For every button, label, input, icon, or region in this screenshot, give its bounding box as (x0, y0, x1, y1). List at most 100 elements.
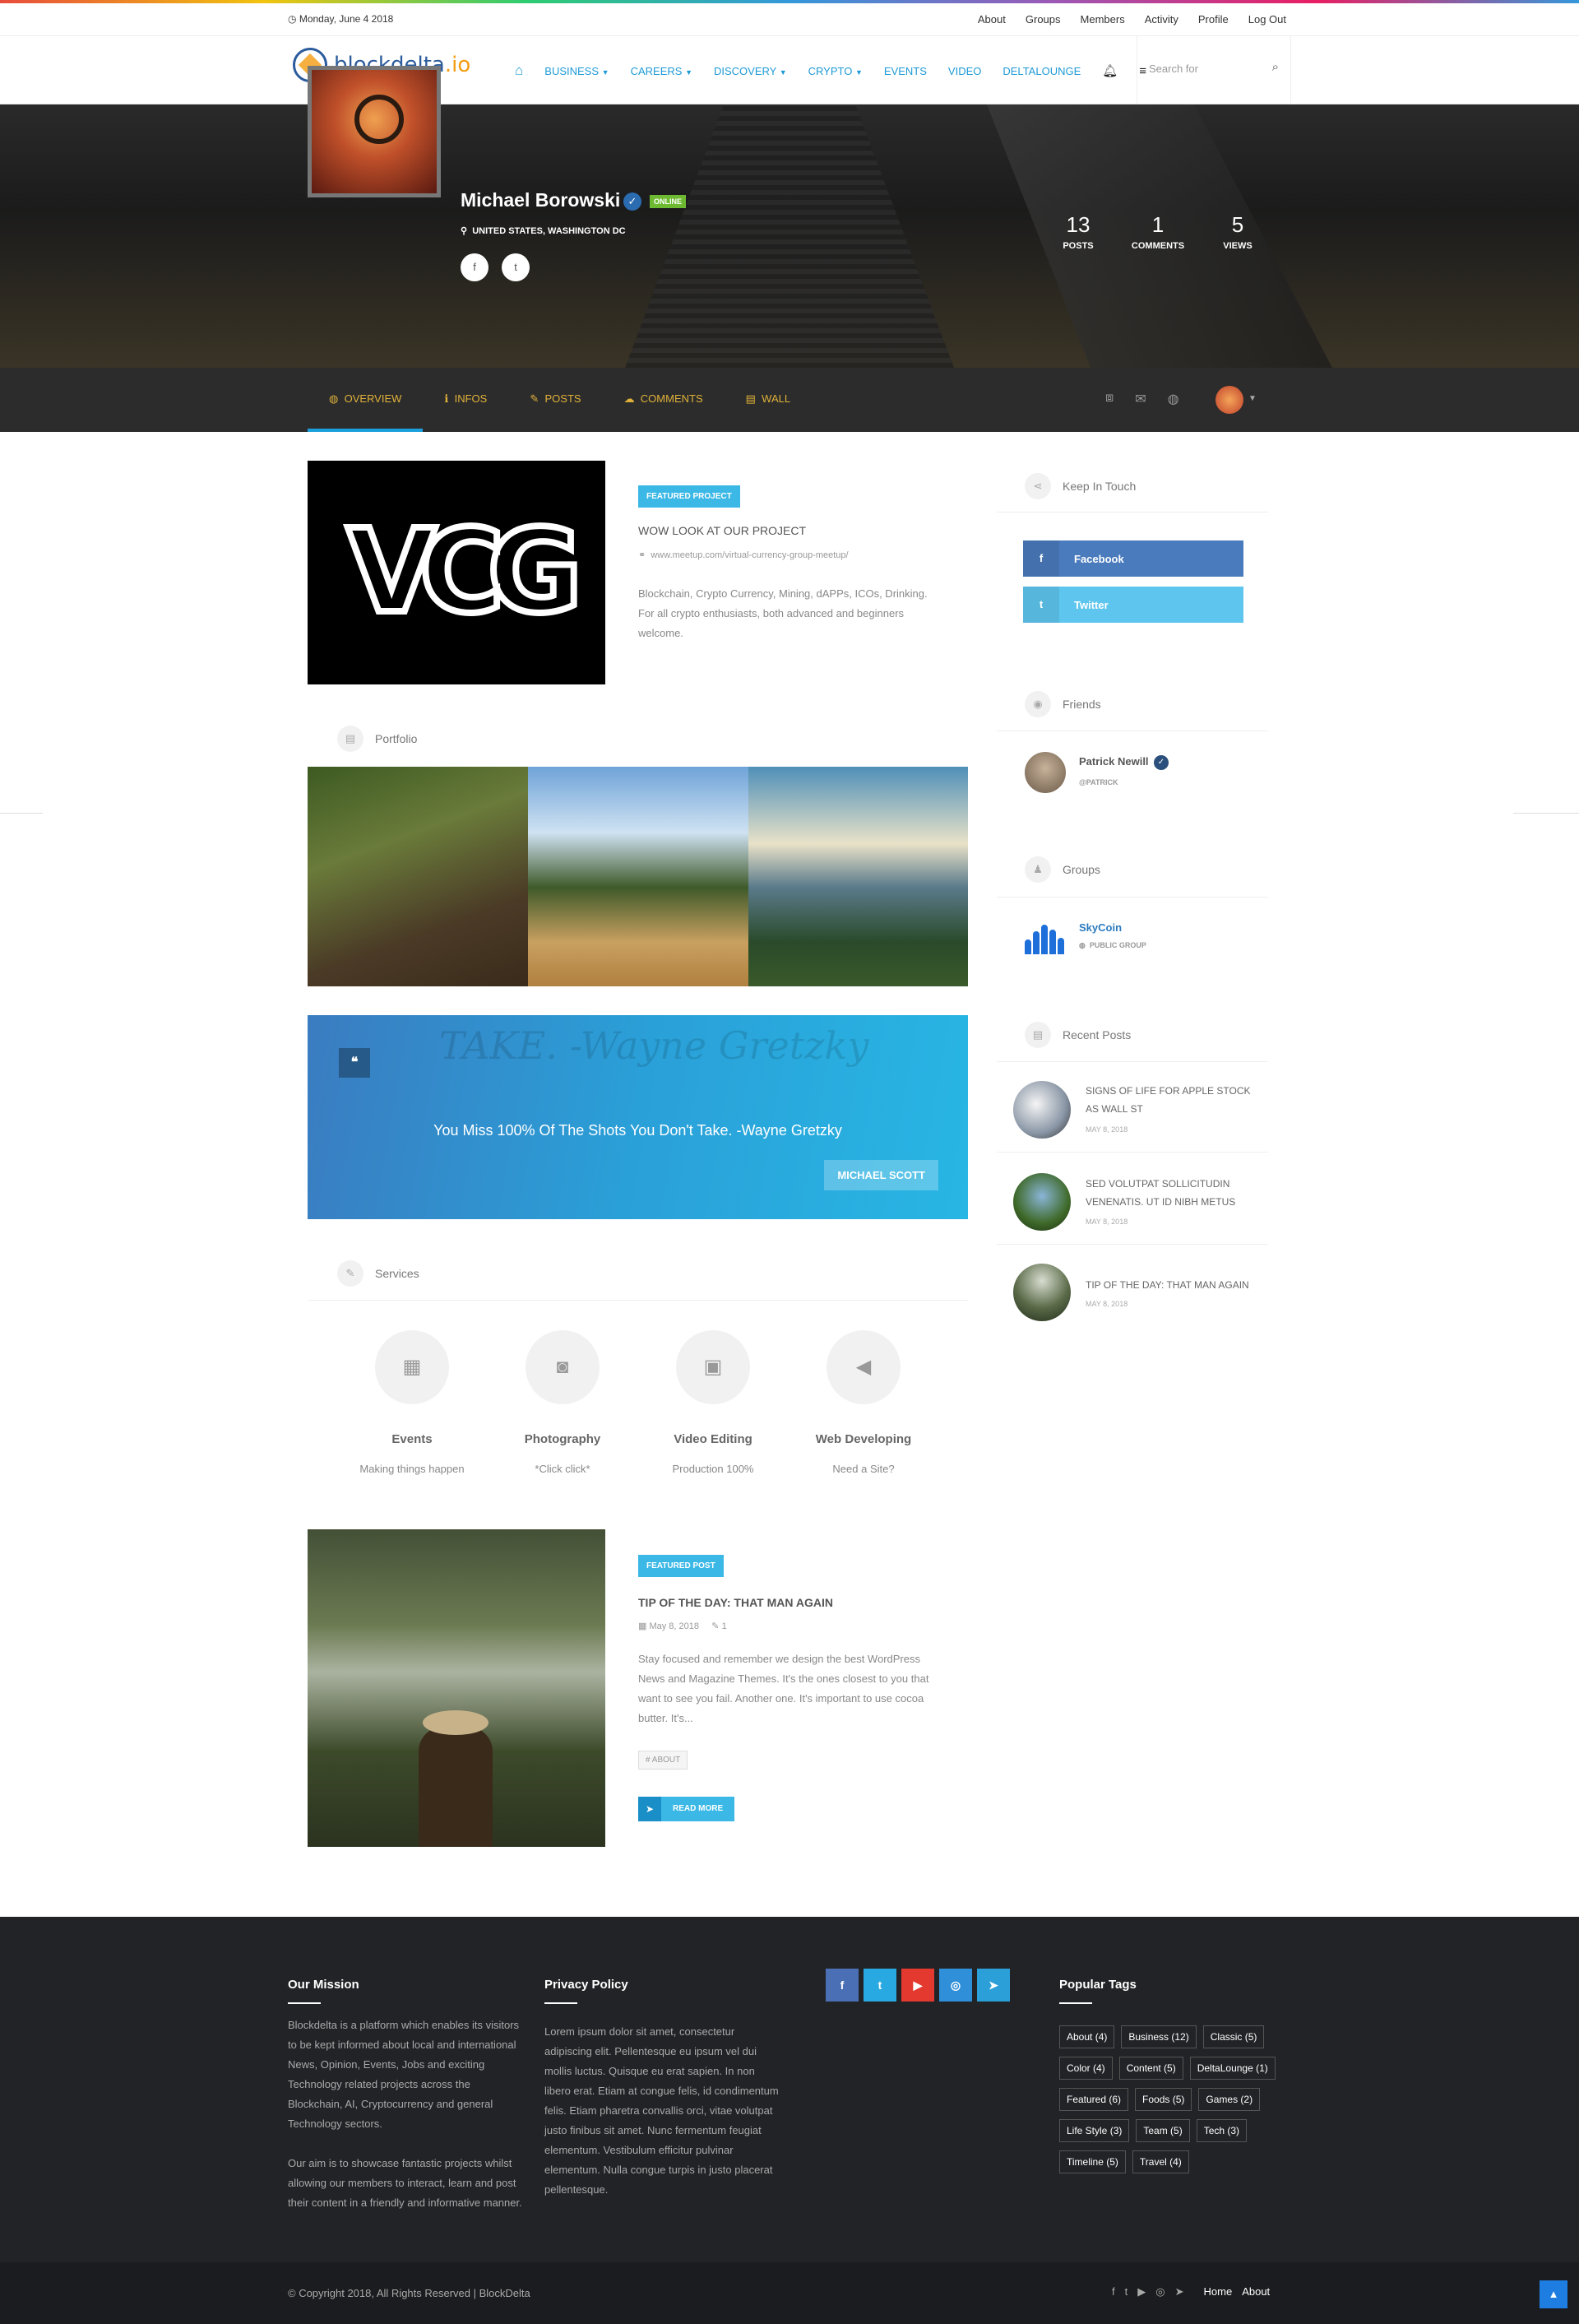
nav-video[interactable]: VIDEO (948, 65, 981, 77)
tab-wall[interactable]: ▤ WALL (725, 368, 812, 432)
wall-icon: ▤ (745, 392, 756, 405)
user-avatar[interactable] (1216, 386, 1243, 414)
tag-item[interactable]: Content (5) (1118, 2057, 1183, 2080)
read-more-button[interactable]: ➤ READ MORE (638, 1797, 735, 1821)
recent-post-thumb[interactable] (1013, 1081, 1071, 1139)
instagram-icon[interactable]: ◎ (939, 1969, 972, 2002)
post-tag[interactable]: # ABOUT (638, 1751, 688, 1770)
tag-item[interactable]: Classic (5) (1202, 2025, 1265, 2048)
nav-crypto[interactable]: CRYPTO ▼ (808, 65, 863, 77)
portfolio-image-1[interactable] (308, 767, 528, 986)
nav-discovery[interactable]: DISCOVERY ▼ (714, 65, 787, 77)
service-web-developing: ◀ Web Developing Need a Site? (790, 1330, 938, 1475)
tag-item[interactable]: Team (5) (1136, 2119, 1190, 2142)
tag-item[interactable]: Tech (3) (1196, 2119, 1248, 2142)
tab-infos[interactable]: ℹ INFOS (423, 368, 508, 432)
tag-item[interactable]: DeltaLounge (1) (1189, 2057, 1276, 2080)
friend-name[interactable]: Patrick Newill (1079, 755, 1149, 768)
recent-post-thumb[interactable] (1013, 1173, 1071, 1231)
recent-post-date: MAY 8, 2018 (1086, 1125, 1128, 1134)
instagram-icon[interactable]: ◎ (1155, 2285, 1165, 2298)
facebook-icon[interactable]: f (826, 1969, 859, 2002)
group-logo[interactable] (1025, 921, 1064, 954)
topbar-link-groups[interactable]: Groups (1026, 13, 1061, 26)
tag-item[interactable]: Games (2) (1198, 2088, 1261, 2111)
tag-item[interactable]: Color (4) (1059, 2057, 1113, 2080)
search-box[interactable]: Search for ⌕ (1137, 36, 1291, 104)
nav-business[interactable]: BUSINESS ▼ (544, 65, 609, 77)
calendar-icon: ▦ (638, 1621, 647, 1631)
recent-post-title[interactable]: SIGNS OF LIFE FOR APPLE STOCK AS WALL ST (1086, 1082, 1258, 1118)
document-icon: ▤ (337, 726, 363, 752)
facebook-button[interactable]: f Facebook (1023, 540, 1243, 577)
stat-views: 5 VIEWS (1223, 212, 1253, 251)
search-input[interactable]: Search for (1149, 63, 1198, 75)
facebook-icon[interactable]: f (1112, 2285, 1115, 2298)
calendar-icon: ▦ (375, 1330, 449, 1404)
tab-comments[interactable]: ☁ COMMENTS (603, 368, 725, 432)
facebook-icon[interactable]: f (461, 253, 489, 281)
tag-item[interactable]: Timeline (5) (1059, 2150, 1126, 2173)
service-photography: ◙ Photography *Click click* (489, 1330, 637, 1475)
featured-project-title[interactable]: WOW LOOK AT OUR PROJECT (638, 524, 806, 537)
tag-item[interactable]: Foods (5) (1135, 2088, 1192, 2111)
topbar-link-about[interactable]: About (978, 13, 1006, 26)
telegram-icon[interactable]: ➤ (1175, 2285, 1184, 2298)
search-icon[interactable]: ⌕ (1272, 60, 1279, 74)
nav-deltalounge[interactable]: DELTALOUNGE (1003, 65, 1081, 77)
featured-project-link[interactable]: ⚭ www.meetup.com/virtual-currency-group-… (638, 550, 849, 560)
globe-icon[interactable]: ◍ (1168, 391, 1179, 407)
topbar-link-logout[interactable]: Log Out (1248, 13, 1286, 26)
popular-tags-heading: Popular Tags (1059, 1978, 1137, 2004)
back-to-top-button[interactable]: ▲ (1540, 2280, 1567, 2308)
quote-author: MICHAEL SCOTT (824, 1160, 938, 1190)
recent-post-title[interactable]: SED VOLUTPAT SOLLICITUDIN VENENATIS. UT … (1086, 1175, 1258, 1211)
tag-item[interactable]: Travel (4) (1132, 2150, 1189, 2173)
twitter-icon[interactable]: t (502, 253, 530, 281)
nav-careers[interactable]: CAREERS ▼ (631, 65, 692, 77)
tab-posts[interactable]: ✎ POSTS (508, 368, 602, 432)
youtube-icon[interactable]: ▶ (1137, 2285, 1146, 2298)
portfolio-image-2[interactable] (528, 767, 748, 986)
recent-post-thumb[interactable] (1013, 1264, 1071, 1321)
featured-post-meta: ▦ May 8, 2018 ✎ 1 (638, 1621, 727, 1631)
topbar-link-profile[interactable]: Profile (1198, 13, 1229, 26)
twitter-button[interactable]: t Twitter (1023, 587, 1243, 623)
footer-link-home[interactable]: Home (1204, 2285, 1233, 2298)
twitter-icon[interactable]: t (1125, 2285, 1128, 2298)
home-icon[interactable]: ⌂ (515, 63, 523, 79)
location-pin-icon: ⚲ (461, 226, 468, 236)
gift-icon[interactable]: ⧈ (1105, 391, 1114, 407)
youtube-icon[interactable]: ▶ (901, 1969, 934, 2002)
group-type: ◍ PUBLIC GROUP (1079, 941, 1146, 949)
featured-project-badge: FEATURED PROJECT (638, 485, 740, 508)
topbar-link-members[interactable]: Members (1081, 13, 1125, 26)
tag-item[interactable]: About (4) (1059, 2025, 1115, 2048)
friend-avatar[interactable] (1025, 752, 1066, 793)
recent-post-title[interactable]: TIP OF THE DAY: THAT MAN AGAIN (1086, 1276, 1258, 1294)
twitter-icon[interactable]: t (864, 1969, 896, 2002)
mail-icon[interactable]: ✉ (1135, 391, 1146, 407)
chevron-down-icon[interactable]: ▼ (1248, 394, 1257, 403)
featured-project-image[interactable]: VCG (308, 461, 605, 684)
tag-item[interactable]: Life Style (3) (1059, 2119, 1130, 2142)
nav-events[interactable]: EVENTS (884, 65, 927, 77)
tag-item[interactable]: Featured (6) (1059, 2088, 1129, 2111)
footer-link-about[interactable]: About (1242, 2285, 1270, 2298)
comment-icon: ✎ (711, 1621, 720, 1631)
share-icon: ⋖ (1025, 473, 1051, 499)
featured-post-image[interactable] (308, 1529, 605, 1847)
bell-icon[interactable]: 🔔︎ (1102, 63, 1118, 78)
featured-post-title[interactable]: TIP OF THE DAY: THAT MAN AGAIN (638, 1596, 833, 1609)
group-name[interactable]: SkyCoin (1079, 921, 1122, 934)
telegram-icon[interactable]: ➤ (977, 1969, 1010, 2002)
portfolio-heading: ▤ Portfolio (337, 726, 417, 752)
mission-text-1: Blockdelta is a platform which enables i… (288, 2019, 520, 2130)
online-badge: ONLINE (650, 195, 687, 208)
pencil-icon: ✎ (530, 392, 539, 405)
topbar-link-activity[interactable]: Activity (1145, 13, 1178, 26)
portfolio-image-3[interactable] (748, 767, 968, 986)
tab-overview[interactable]: ◍ OVERVIEW (308, 368, 424, 432)
tag-item[interactable]: Business (12) (1121, 2025, 1197, 2048)
wrench-icon: ✎ (337, 1260, 363, 1287)
